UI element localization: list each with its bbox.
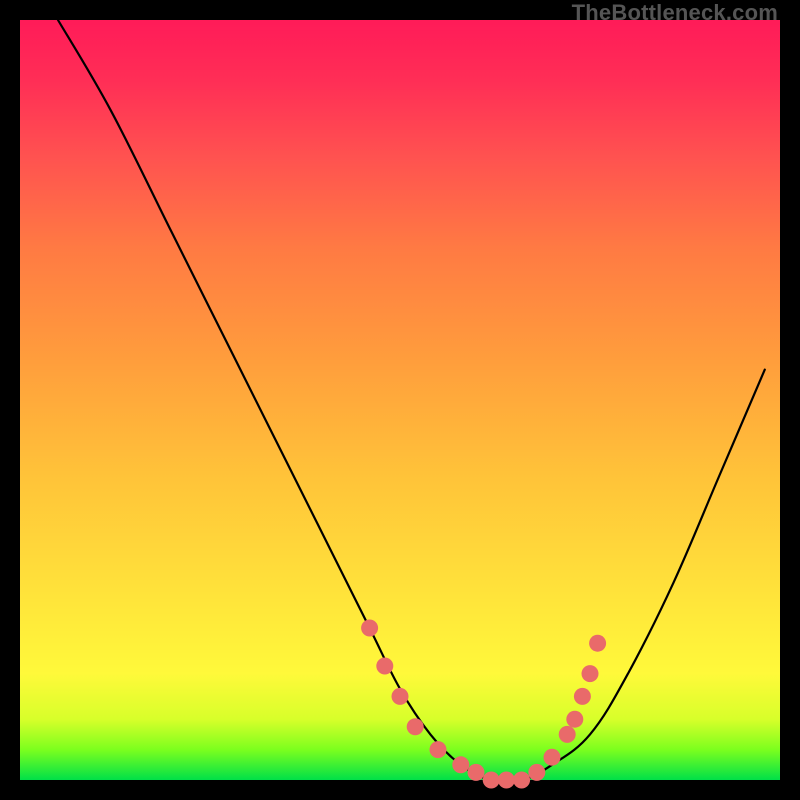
curve-marker bbox=[468, 764, 485, 781]
curve-marker bbox=[392, 688, 409, 705]
chart-svg bbox=[20, 20, 780, 780]
bottleneck-curve bbox=[58, 20, 765, 782]
marker-group bbox=[361, 620, 606, 789]
curve-marker bbox=[559, 726, 576, 743]
chart-plot-area bbox=[20, 20, 780, 780]
curve-marker bbox=[566, 711, 583, 728]
watermark-text: TheBottleneck.com bbox=[572, 0, 778, 26]
curve-marker bbox=[430, 741, 447, 758]
curve-marker bbox=[513, 772, 530, 789]
curve-marker bbox=[483, 772, 500, 789]
curve-marker bbox=[582, 665, 599, 682]
curve-marker bbox=[407, 718, 424, 735]
curve-marker bbox=[544, 749, 561, 766]
curve-marker bbox=[574, 688, 591, 705]
curve-marker bbox=[498, 772, 515, 789]
curve-marker bbox=[452, 756, 469, 773]
curve-marker bbox=[589, 635, 606, 652]
curve-marker bbox=[528, 764, 545, 781]
curve-marker bbox=[376, 658, 393, 675]
chart-frame bbox=[20, 20, 780, 780]
curve-marker bbox=[361, 620, 378, 637]
